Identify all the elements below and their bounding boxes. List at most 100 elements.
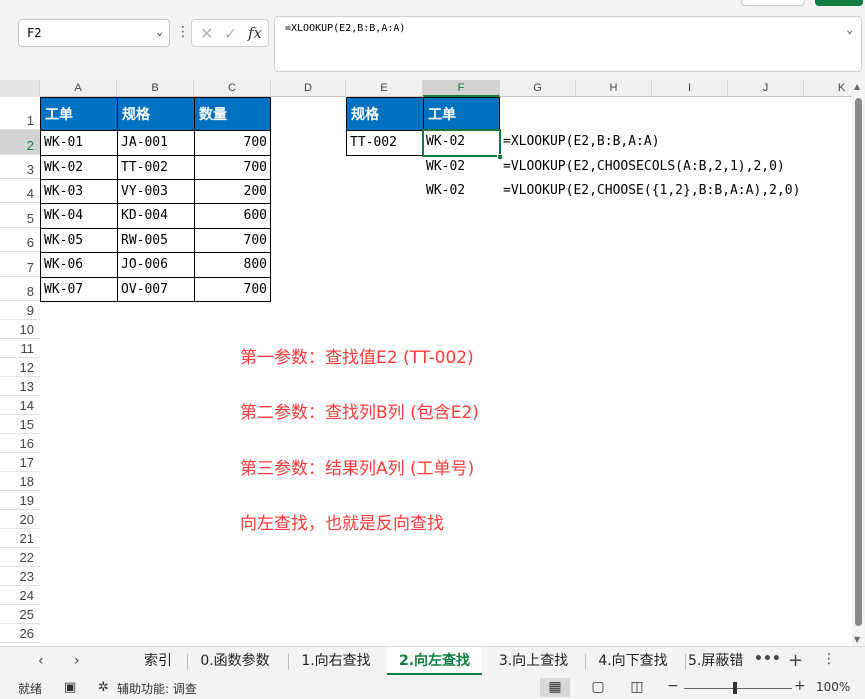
row-header[interactable]: 13	[0, 377, 40, 396]
row-header[interactable]: 1	[0, 97, 40, 130]
table-cell[interactable]: VY-003	[117, 179, 195, 204]
formula-note[interactable]: =VLOOKUP(E2,CHOOSE({1,2},B:B,A:A),2,0)	[500, 179, 803, 204]
scroll-down-icon[interactable]: ▼	[854, 635, 860, 644]
row-header[interactable]: 25	[0, 605, 40, 624]
table-cell[interactable]: OV-007	[117, 277, 195, 302]
sheet-tab[interactable]: 5.屏蔽错	[688, 647, 748, 675]
row-header[interactable]: 11	[0, 339, 40, 358]
row-header[interactable]: 14	[0, 396, 40, 415]
row-header[interactable]: 7	[0, 252, 40, 277]
table-header-cell[interactable]: 工单	[40, 97, 118, 131]
lookup-result-cell[interactable]: WK-02	[423, 155, 500, 180]
confirm-icon[interactable]: ✓	[224, 24, 237, 43]
zoom-out-icon[interactable]: −	[667, 678, 679, 694]
zoom-slider-thumb[interactable]	[733, 682, 737, 694]
row-header-selected[interactable]: 2	[0, 130, 40, 155]
column-header[interactable]: A	[40, 80, 117, 97]
scrollbar-thumb[interactable]	[855, 98, 862, 626]
chevron-left-icon[interactable]: ‹	[38, 653, 44, 669]
row-header[interactable]: 16	[0, 434, 40, 453]
formula-note[interactable]: =VLOOKUP(E2,CHOOSECOLS(A:B,2,1),2,0)	[500, 155, 788, 180]
table-cell[interactable]: WK-03	[40, 179, 118, 204]
table-cell[interactable]: 700	[194, 155, 271, 180]
normal-view-icon[interactable]: ▦	[540, 678, 570, 697]
row-header[interactable]: 12	[0, 358, 40, 377]
row-header[interactable]: 18	[0, 472, 40, 491]
chevron-right-icon[interactable]: ›	[74, 653, 80, 669]
macro-record-icon[interactable]: ▣	[64, 680, 76, 695]
lookup-header-cell[interactable]: 规格	[346, 97, 424, 131]
spreadsheet-grid[interactable]: A B C D E F G H I J K 1 2 3 4 5 6 7 8 9 …	[0, 80, 852, 646]
row-header[interactable]: 15	[0, 415, 40, 434]
select-all-corner[interactable]	[0, 80, 40, 97]
column-header[interactable]: B	[117, 80, 194, 97]
zoom-slider-track[interactable]	[684, 688, 792, 689]
sheet-tab[interactable]: 3.向上查找	[486, 647, 581, 675]
lookup-result-cell[interactable]: WK-02	[423, 179, 500, 204]
zoom-level[interactable]: 100%	[816, 680, 850, 694]
sheet-tab[interactable]: 0.函数参数	[188, 647, 282, 675]
table-cell[interactable]: RW-005	[117, 228, 195, 253]
table-cell[interactable]: 700	[194, 277, 271, 302]
name-box[interactable]: F2 ⌄	[18, 19, 170, 47]
chevron-down-icon[interactable]: ⌄	[156, 25, 163, 38]
row-header[interactable]: 21	[0, 529, 40, 548]
accessibility-status[interactable]: 辅助功能: 调查	[117, 680, 197, 697]
page-layout-icon[interactable]: ▢	[583, 678, 613, 697]
sheet-tab[interactable]: 1.向右查找	[289, 647, 383, 675]
sheet-tab[interactable]: 索引	[130, 647, 186, 675]
sheet-tab[interactable]: 4.向下查找	[586, 647, 680, 675]
page-break-preview-icon[interactable]: ◫	[622, 678, 652, 697]
vertical-scrollbar[interactable]: ▲ ▼	[852, 80, 865, 646]
column-header[interactable]: I	[652, 80, 728, 97]
table-cell[interactable]: 200	[194, 179, 271, 204]
lookup-input-cell[interactable]: TT-002	[346, 130, 424, 156]
table-cell[interactable]: WK-01	[40, 130, 118, 156]
table-cell[interactable]: 800	[194, 252, 271, 278]
table-header-cell[interactable]: 数量	[194, 97, 271, 131]
row-header[interactable]: 23	[0, 567, 40, 586]
accessibility-icon[interactable]: ✲	[98, 680, 109, 695]
row-header[interactable]: 5	[0, 203, 40, 228]
row-header[interactable]: 10	[0, 320, 40, 339]
more-vertical-icon[interactable]: ⋮	[822, 651, 836, 667]
row-header[interactable]: 9	[0, 301, 40, 320]
insert-function-icon[interactable]: fx	[248, 24, 262, 42]
table-cell[interactable]: 700	[194, 228, 271, 253]
formula-input[interactable]: =XLOOKUP(E2,B:B,A:A) ⌄	[274, 16, 862, 72]
sheet-tab-active[interactable]: 2.向左查找	[387, 647, 482, 675]
scroll-up-icon[interactable]: ▲	[854, 82, 860, 91]
toolbar-button[interactable]	[741, 0, 805, 6]
more-tabs-icon[interactable]: •••	[754, 651, 781, 667]
table-cell[interactable]: WK-05	[40, 228, 118, 253]
table-cell[interactable]: JO-006	[117, 252, 195, 278]
row-header[interactable]: 8	[0, 277, 40, 301]
row-header[interactable]: 17	[0, 453, 40, 472]
row-header[interactable]: 26	[0, 624, 40, 643]
table-cell[interactable]: JA-001	[117, 130, 195, 156]
table-cell[interactable]: TT-002	[117, 155, 195, 180]
formula-note[interactable]: =XLOOKUP(E2,B:B,A:A)	[500, 130, 663, 156]
row-header[interactable]: 4	[0, 179, 40, 203]
table-cell[interactable]: 600	[194, 203, 271, 229]
column-header[interactable]: D	[271, 80, 346, 97]
lookup-header-cell[interactable]: 工单	[423, 97, 500, 131]
row-header[interactable]: 6	[0, 228, 40, 252]
row-header[interactable]: 19	[0, 491, 40, 510]
table-cell[interactable]: KD-004	[117, 203, 195, 229]
column-header[interactable]: H	[576, 80, 652, 97]
add-sheet-icon[interactable]: +	[788, 650, 803, 671]
column-header[interactable]: E	[346, 80, 423, 97]
table-header-cell[interactable]: 规格	[117, 97, 195, 131]
row-header[interactable]: 22	[0, 548, 40, 567]
column-header[interactable]: J	[728, 80, 804, 97]
row-header[interactable]: 20	[0, 510, 40, 529]
table-cell[interactable]: 700	[194, 130, 271, 156]
zoom-in-icon[interactable]: +	[794, 678, 806, 694]
row-header[interactable]: 24	[0, 586, 40, 605]
column-header[interactable]: K	[804, 80, 852, 97]
table-cell[interactable]: WK-06	[40, 252, 118, 278]
expand-formula-icon[interactable]: ⌄	[846, 23, 853, 36]
column-header[interactable]: G	[500, 80, 576, 97]
cancel-icon[interactable]: ✕	[200, 24, 213, 43]
